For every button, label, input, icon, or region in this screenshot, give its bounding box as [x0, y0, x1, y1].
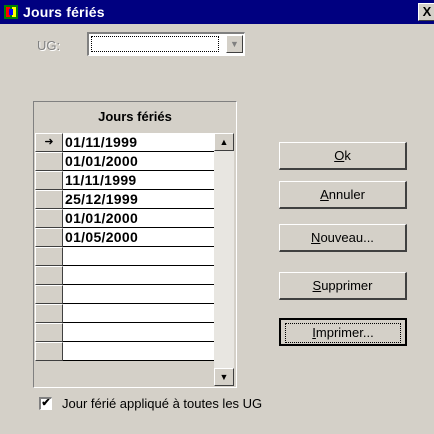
window-title: Jours fériés	[23, 4, 105, 20]
chevron-down-icon[interactable]: ▼	[226, 35, 243, 53]
table-row[interactable]	[35, 323, 235, 343]
row-selector[interactable]	[35, 342, 63, 361]
cancel-accel: A	[320, 187, 329, 202]
table-row[interactable]: 25/12/1999	[35, 190, 235, 210]
new-label: ouveau...	[320, 230, 374, 245]
ok-accel: O	[334, 148, 345, 163]
grid-column-header: Jours fériés	[98, 109, 172, 124]
table-row[interactable]: 01/05/2000	[35, 228, 235, 248]
holidays-grid[interactable]: Jours fériés ➜ 01/11/1999 01/01/2000 11/…	[33, 101, 237, 388]
ug-select[interactable]: ▼	[87, 32, 245, 56]
print-label: mprimer...	[315, 325, 374, 340]
apply-all-checkbox[interactable]: ✔	[39, 397, 52, 410]
cancel-button[interactable]: Annuler	[279, 181, 407, 209]
date-cell[interactable]	[63, 342, 215, 361]
row-selector[interactable]	[35, 304, 63, 323]
date-cell[interactable]: 01/05/2000	[63, 228, 215, 247]
delete-accel: S	[312, 278, 322, 293]
apply-all-label[interactable]: Jour férié appliqué à toutes les UG	[62, 396, 262, 411]
row-selector[interactable]	[35, 171, 63, 190]
date-cell[interactable]	[63, 247, 215, 266]
grid-rows: ➜ 01/11/1999 01/01/2000 11/11/1999 25/12…	[35, 133, 235, 386]
table-row[interactable]	[35, 285, 235, 305]
close-icon[interactable]: X	[418, 3, 434, 21]
row-selector[interactable]	[35, 266, 63, 285]
table-row[interactable]: 01/01/2000	[35, 209, 235, 229]
row-selector[interactable]	[35, 247, 63, 266]
date-cell[interactable]	[63, 323, 215, 342]
date-cell[interactable]: 11/11/1999	[63, 171, 215, 190]
row-selector[interactable]	[35, 285, 63, 304]
ok-label: k	[344, 148, 351, 163]
table-row[interactable]	[35, 247, 235, 267]
cancel-label: nnuler	[328, 187, 365, 202]
delete-label: upprimer	[321, 278, 373, 293]
row-selector[interactable]	[35, 228, 63, 247]
date-cell[interactable]: 25/12/1999	[63, 190, 215, 209]
vertical-scrollbar[interactable]: ▲ ▼	[214, 133, 234, 386]
ug-label: UG:	[37, 38, 61, 53]
table-row[interactable]: 11/11/1999	[35, 171, 235, 191]
date-cell[interactable]: 01/01/2000	[63, 209, 215, 228]
date-cell[interactable]	[63, 304, 215, 323]
ok-button[interactable]: Ok	[279, 142, 407, 170]
title-bar[interactable]: Jours fériés X	[0, 0, 434, 24]
date-cell[interactable]	[63, 266, 215, 285]
row-selector[interactable]	[35, 323, 63, 342]
delete-button[interactable]: Supprimer	[279, 272, 407, 300]
row-selector[interactable]	[35, 152, 63, 171]
row-pointer-icon[interactable]: ➜	[35, 133, 63, 152]
table-row[interactable]	[35, 304, 235, 324]
table-row[interactable]: 01/01/2000	[35, 152, 235, 172]
table-row[interactable]	[35, 266, 235, 286]
scroll-down-icon[interactable]: ▼	[214, 368, 234, 386]
date-cell[interactable]: 01/01/2000	[63, 152, 215, 171]
print-button[interactable]: Imprimer...	[279, 318, 407, 346]
table-row[interactable]	[35, 342, 235, 362]
table-row[interactable]: ➜ 01/11/1999	[35, 133, 235, 153]
row-selector[interactable]	[35, 209, 63, 228]
date-cell[interactable]: 01/11/1999	[63, 133, 215, 152]
date-cell[interactable]	[63, 285, 215, 304]
new-button[interactable]: Nouveau...	[279, 224, 407, 252]
ug-select-value	[91, 36, 219, 52]
print-focus-ring: Imprimer...	[285, 323, 401, 343]
app-icon	[3, 4, 19, 20]
scroll-up-icon[interactable]: ▲	[214, 133, 234, 151]
row-selector[interactable]	[35, 190, 63, 209]
